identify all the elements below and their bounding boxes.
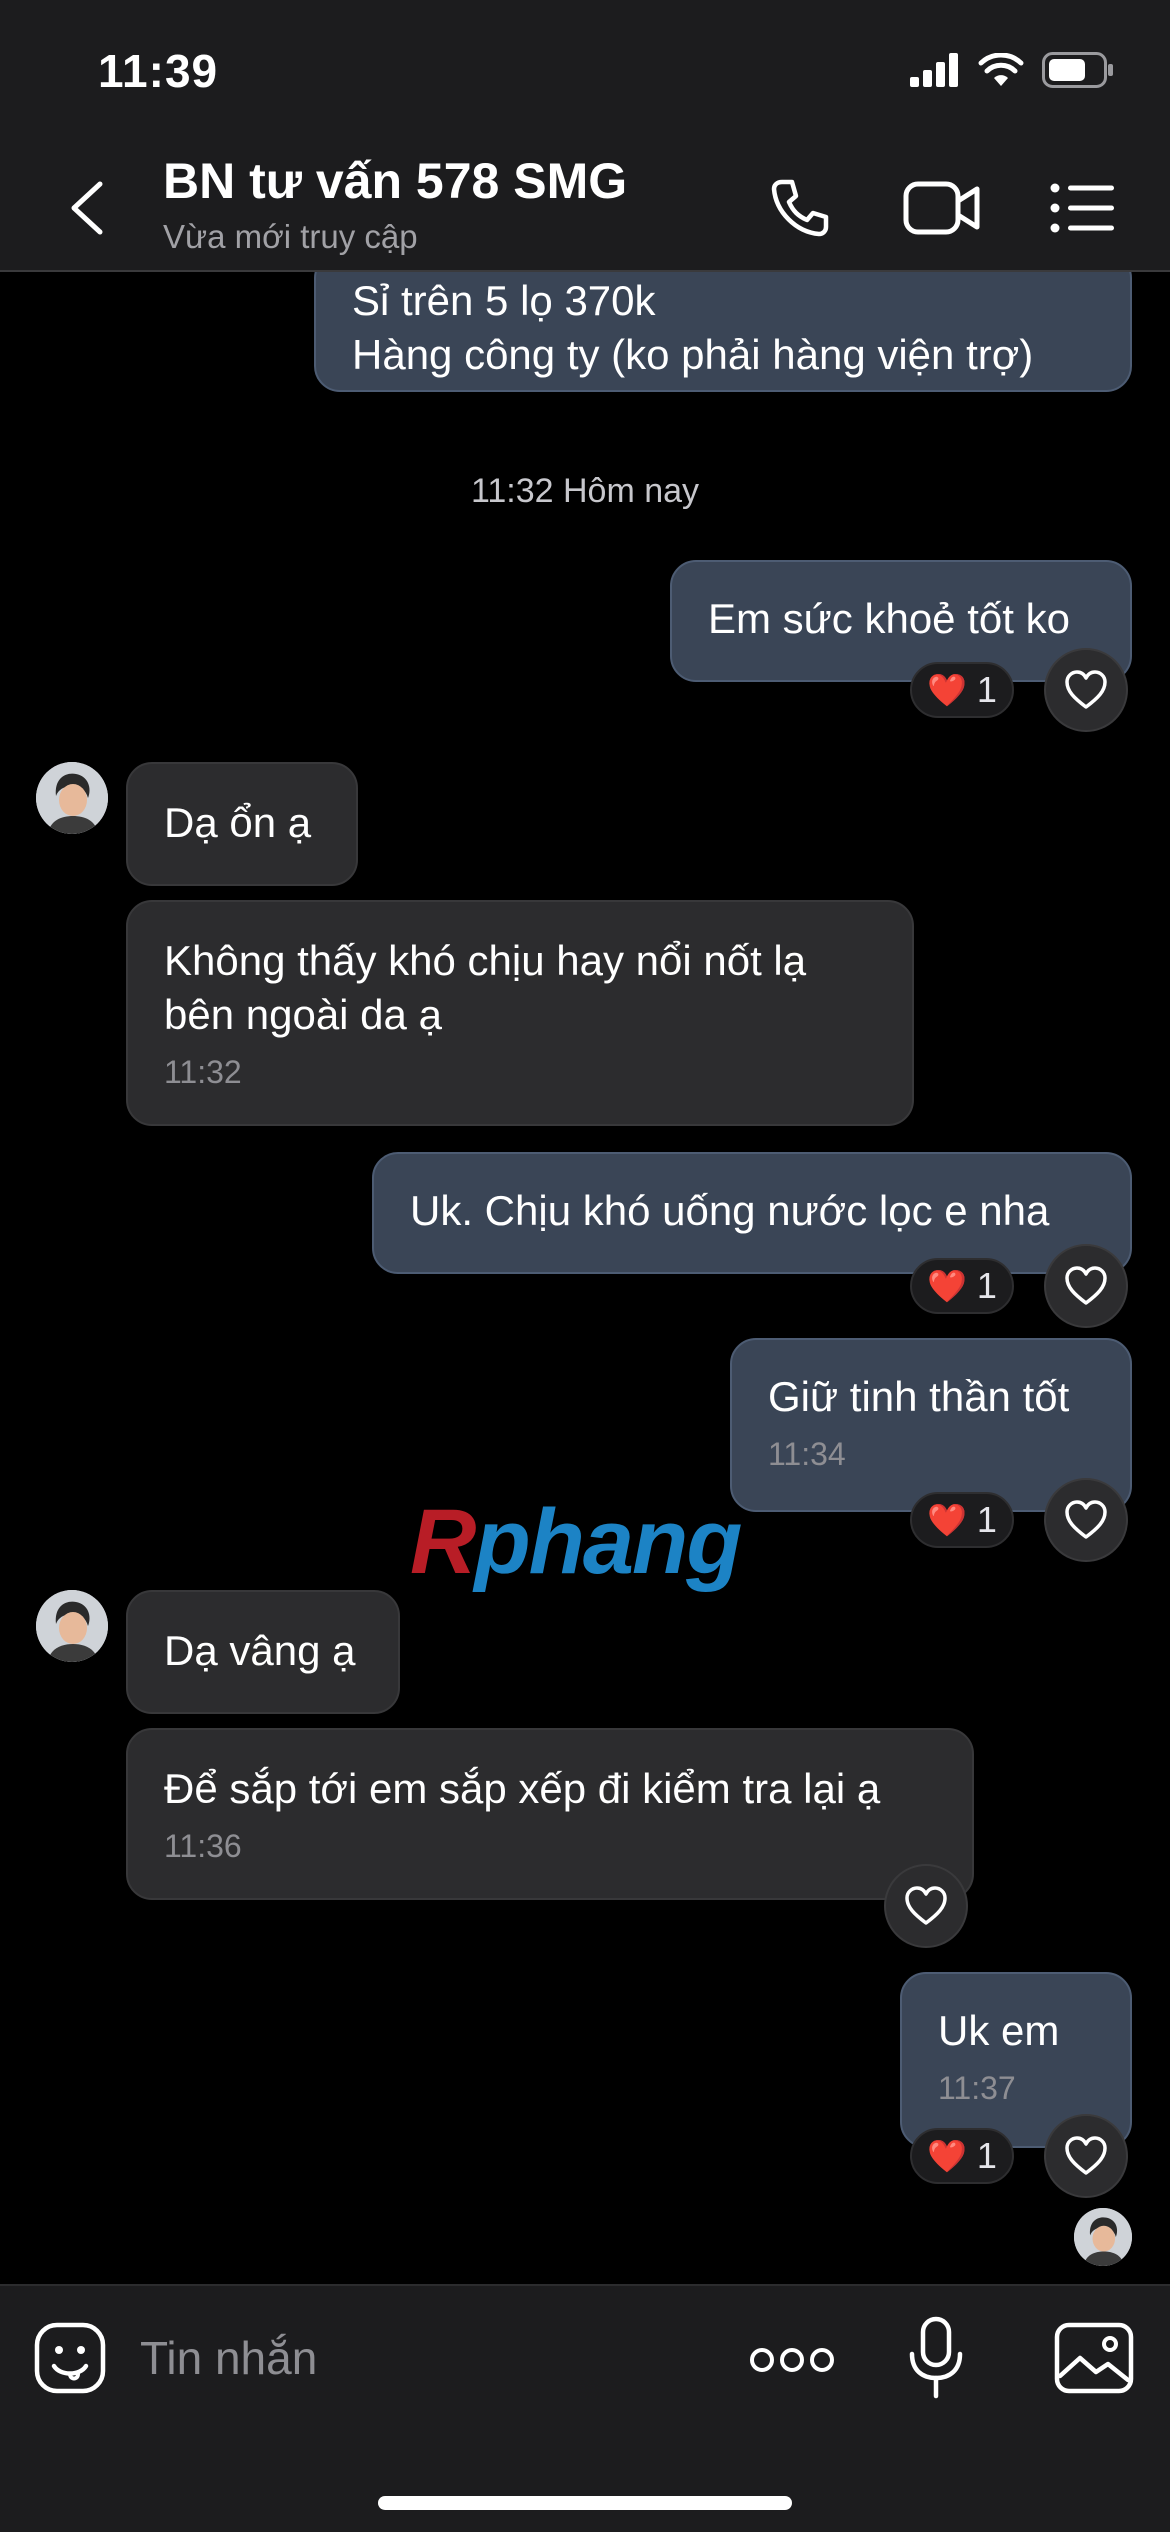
watermark-word: phang [474, 1491, 742, 1593]
message-text: Dạ ổn ạ [164, 799, 312, 846]
incoming-message-bubble[interactable]: Dạ ổn ạ [126, 762, 358, 886]
message-time: 11:36 [164, 1828, 242, 1864]
sticker-button[interactable] [34, 2322, 106, 2394]
photo-button[interactable] [1054, 2322, 1134, 2394]
react-button[interactable] [1044, 1244, 1128, 1328]
more-options-button[interactable] [748, 2330, 836, 2390]
react-button[interactable] [1044, 648, 1128, 732]
menu-button[interactable] [1046, 172, 1118, 244]
sticker-smile-icon [34, 2322, 106, 2394]
heart-emoji: ❤️ [927, 1502, 967, 1538]
presence-status: Vừa mới truy cập [163, 218, 418, 255]
contact-avatar-image [1074, 2208, 1132, 2266]
status-icons [910, 52, 1114, 88]
more-dots-icon [750, 2348, 834, 2372]
message-text: Giữ tinh thần tốt [768, 1373, 1070, 1420]
contact-avatar-image [36, 762, 108, 834]
message-text: Em sức khoẻ tốt ko [708, 595, 1070, 642]
message-text: Để sắp tới em sắp xếp đi kiểm tra lại ạ [164, 1765, 881, 1812]
heart-outline-icon [1065, 1266, 1107, 1305]
chevron-left-icon [71, 181, 103, 235]
watermark-logo: Rphang [410, 1490, 742, 1595]
react-button[interactable] [1044, 1478, 1128, 1562]
message-input[interactable] [140, 2324, 700, 2392]
reaction-badge[interactable]: ❤️ 1 [910, 2128, 1014, 2184]
message-time: 11:34 [768, 1436, 846, 1472]
video-call-button[interactable] [902, 172, 982, 244]
phone-icon [771, 179, 829, 237]
outgoing-message-bubble[interactable]: Uk. Chịu khó uống nước lọc e nha [372, 1152, 1132, 1274]
chat-header: BN tư vấn 578 SMG Vừa mới truy cập [0, 140, 1170, 272]
microphone-icon [909, 2316, 963, 2399]
conversation-title[interactable]: BN tư vấn 578 SMG [163, 152, 627, 210]
watermark-letter: R [410, 1491, 476, 1593]
reaction-badge[interactable]: ❤️ 1 [910, 1258, 1014, 1314]
message-text: Uk em [938, 2007, 1060, 2054]
contact-avatar-image [36, 1590, 108, 1662]
heart-outline-icon [905, 1886, 947, 1925]
status-time: 11:39 [98, 45, 219, 97]
heart-emoji: ❤️ [927, 1268, 967, 1304]
message-time: 11:32 [164, 1054, 242, 1090]
react-button[interactable] [884, 1864, 968, 1948]
reaction-badge[interactable]: ❤️ 1 [910, 1492, 1014, 1548]
composer-bar [0, 2284, 1170, 2532]
incoming-message-bubble[interactable]: Để sắp tới em sắp xếp đi kiểm tra lại ạ … [126, 1728, 974, 1900]
message-text: Không thấy khó chịu hay nổi nốt lạ bên n… [164, 937, 807, 1038]
status-bar: 11:39 [0, 0, 1170, 140]
home-indicator[interactable] [378, 2496, 792, 2510]
seen-avatar [1074, 2208, 1132, 2266]
call-button[interactable] [764, 172, 836, 244]
heart-emoji: ❤️ [927, 672, 967, 708]
heart-outline-icon [1065, 670, 1107, 709]
reaction-count: 1 [976, 669, 997, 710]
heart-outline-icon [1065, 1500, 1107, 1539]
list-menu-icon [1050, 183, 1114, 233]
heart-outline-icon [1065, 2136, 1107, 2175]
message-text: Uk. Chịu khó uống nước lọc e nha [410, 1187, 1050, 1234]
reaction-count: 1 [976, 1499, 997, 1540]
reaction-count: 1 [976, 2135, 997, 2176]
avatar[interactable] [36, 762, 108, 834]
date-separator: 11:32 Hôm nay [470, 472, 700, 510]
image-icon [1054, 2322, 1134, 2394]
message-list[interactable]: Sỉ trên 5 lọ 370k Hàng công ty (ko phải … [0, 272, 1170, 2284]
signal-icon [910, 53, 958, 87]
reaction-count: 1 [976, 1265, 997, 1306]
video-camera-icon [903, 181, 980, 235]
battery-icon [1042, 52, 1113, 88]
message-text: Sỉ trên 5 lọ 370k Hàng công ty (ko phải … [352, 277, 1034, 378]
voice-button[interactable] [904, 2316, 968, 2400]
message-text: Dạ vâng ạ [164, 1627, 356, 1674]
outgoing-message-bubble[interactable]: Sỉ trên 5 lọ 370k Hàng công ty (ko phải … [314, 272, 1132, 392]
heart-emoji: ❤️ [927, 2138, 967, 2174]
wifi-icon [978, 53, 1024, 86]
incoming-message-bubble[interactable]: Không thấy khó chịu hay nổi nốt lạ bên n… [126, 900, 914, 1126]
avatar[interactable] [36, 1590, 108, 1662]
reaction-badge[interactable]: ❤️ 1 [910, 662, 1014, 718]
back-button[interactable] [62, 178, 112, 238]
incoming-message-bubble[interactable]: Dạ vâng ạ [126, 1590, 400, 1714]
message-time: 11:37 [938, 2070, 1016, 2106]
react-button[interactable] [1044, 2114, 1128, 2198]
